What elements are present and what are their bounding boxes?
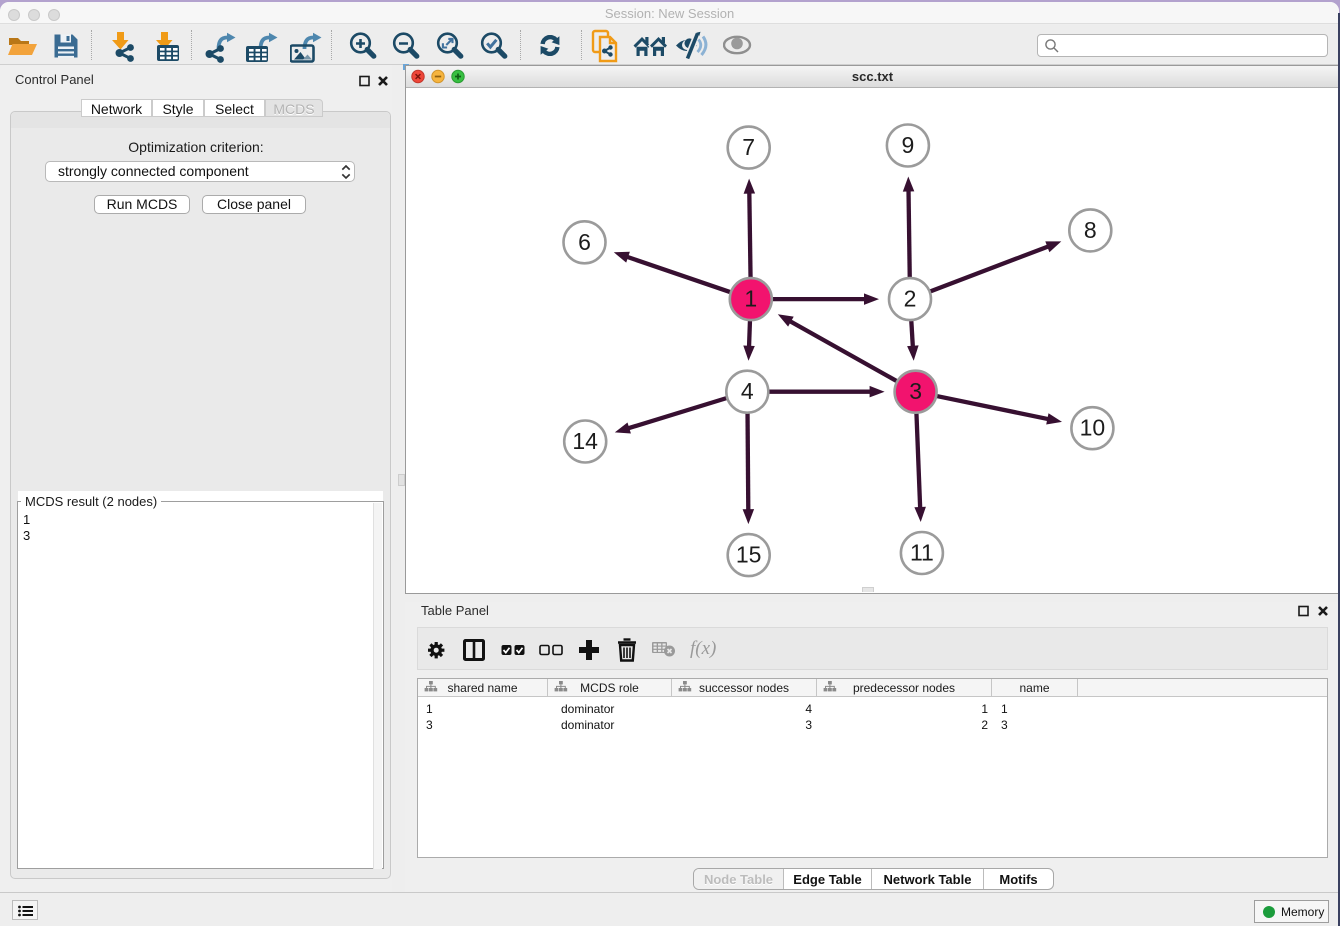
svg-text:15: 15	[736, 542, 762, 568]
svg-text:14: 14	[572, 428, 598, 454]
svg-text:7: 7	[742, 134, 755, 160]
svg-text:3: 3	[909, 378, 922, 404]
svg-text:1: 1	[744, 286, 757, 312]
svg-text:8: 8	[1084, 217, 1097, 243]
svg-text:11: 11	[910, 540, 934, 566]
svg-text:2: 2	[904, 286, 917, 312]
svg-text:6: 6	[578, 229, 591, 255]
svg-text:10: 10	[1080, 415, 1106, 441]
svg-text:9: 9	[902, 132, 915, 158]
svg-text:4: 4	[741, 378, 754, 404]
